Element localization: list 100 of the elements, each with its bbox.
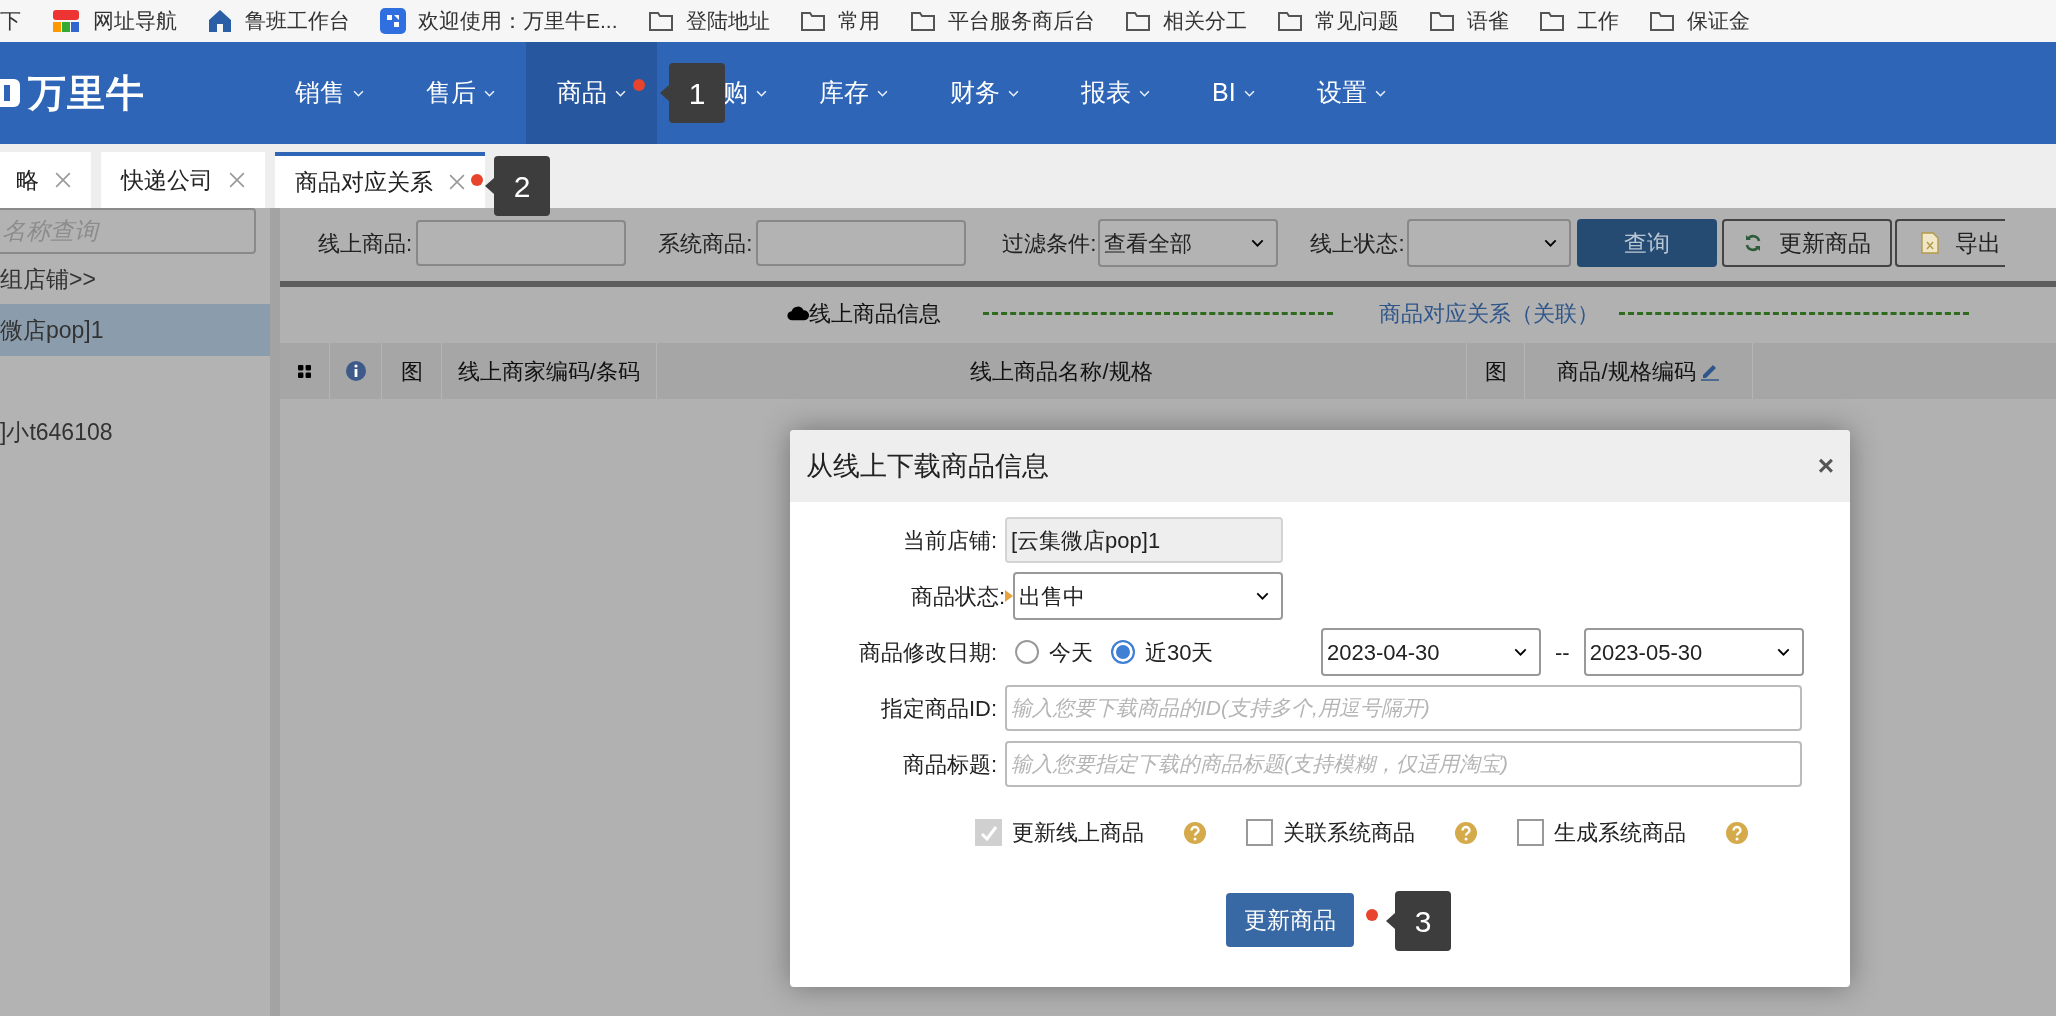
caret-icon [484,89,495,97]
caret-icon [353,89,364,97]
column-header: 图 [382,343,442,399]
radio-button[interactable] [1015,640,1039,664]
field-label: 过滤条件: [1002,229,1097,258]
readonly-field: [云集微店pop]1 [1005,517,1283,563]
caret-icon [1243,89,1255,97]
input-field[interactable]: 输入您要指定下载的商品标题(支持模糊，仅适用淘宝) [1005,741,1802,787]
bookmark-item[interactable]: 网址导航 [51,5,177,37]
checkbox-option[interactable]: 关联系统商品 [1246,816,1415,849]
caret-icon [1374,89,1386,97]
required-marker [1005,590,1013,602]
date-select[interactable]: 2023-05-30 [1583,628,1804,676]
store-list-item[interactable]: 微店pop]1 [0,304,270,356]
radio-option[interactable]: 今天 [1015,635,1093,669]
caret-icon [1008,89,1019,97]
caret-icon [615,89,626,97]
section-title: 商品对应关系（关联） [1379,299,1599,328]
export-button[interactable]: 导出 [1894,219,2005,267]
page-tab[interactable]: 商品对应关系 [275,152,485,208]
nav-menu-item[interactable]: 售后 [395,42,526,144]
folder-icon [799,10,826,32]
section-title: 线上商品信息 [809,299,941,328]
caret-icon [756,89,767,97]
bookmark-item[interactable]: 欢迎使用：万里牛E... [380,5,618,37]
bookmark-item[interactable]: 常用 [799,5,880,37]
folder-icon [647,10,674,32]
folder-icon [1428,10,1455,32]
caret-icon [1543,239,1557,247]
close-icon[interactable] [229,172,245,188]
checkbox[interactable] [1517,819,1544,846]
store-list-item[interactable]: 组店铺>> [0,254,270,304]
field-label: 商品修改日期: [857,638,998,667]
field-label: 当前店铺: [901,526,998,555]
radio-button[interactable] [1111,640,1135,664]
page-tab[interactable]: 略 [0,152,91,208]
caret-icon [1256,592,1269,600]
folder-icon [1538,10,1565,32]
nav-menu-item[interactable]: 设置 [1285,42,1417,144]
bookmark-item[interactable]: 登陆地址 [647,5,770,37]
bookmark-item[interactable]: 相关分工 [1124,5,1247,37]
step-number-tooltip: 1 [660,63,725,123]
bookmark-item[interactable]: 保证金 [1648,5,1750,37]
column-label: 商品/规格编码 [1557,357,1696,386]
filter-select[interactable]: 查看全部 [1098,219,1279,267]
caret-icon [877,89,888,97]
input-field[interactable]: 输入您要下载商品的ID(支持多个,用逗号隔开) [1005,685,1802,731]
radio-option[interactable]: 近30天 [1111,635,1214,669]
nav-menu-item[interactable]: 库存 [788,42,919,144]
house-icon [207,8,233,34]
nav-menu-item[interactable]: BI [1181,42,1286,144]
status-select[interactable]: 出售中 [1013,572,1283,620]
caret-icon [1139,89,1150,97]
field-label: 系统商品: [658,229,753,258]
field-label: 商品标题: [901,750,998,779]
help-icon[interactable] [1455,821,1477,844]
help-icon[interactable] [1726,821,1748,844]
update-products-button[interactable]: 更新商品 [1226,893,1354,947]
step-number-tooltip: 3 [1386,891,1451,951]
bookmark-item[interactable]: 平台服务商后台 [909,5,1095,37]
update-products-button[interactable]: 更新商品 [1721,219,1892,267]
query-button[interactable]: 查询 [1576,219,1717,267]
date-separator: -- [1555,638,1570,667]
store-list-item[interactable]: ]小t646108 [0,406,270,458]
nav-menu-item[interactable]: 报表 [1050,42,1181,144]
grid-icon [298,364,311,378]
nav-menu-item[interactable]: 商品 [526,42,657,144]
date-select[interactable]: 2023-04-30 [1321,628,1541,676]
nav-menu-item[interactable]: 销售 [264,42,395,144]
bookmark-item[interactable]: 鲁班工作台 [207,5,350,37]
folder-icon [909,10,936,32]
cloud-icon [787,305,809,321]
caret-icon [1251,239,1265,247]
checkbox-option[interactable]: 生成系统商品 [1517,816,1686,849]
page-tab[interactable]: 快递公司 [101,152,265,208]
status-select[interactable] [1406,219,1571,267]
close-button[interactable]: × [1817,452,1834,480]
bookmark-item[interactable]: 下 [0,5,21,37]
app-icon [380,8,406,34]
info-icon [345,361,366,381]
folder-icon [1648,10,1675,32]
close-icon[interactable] [449,174,465,190]
field-label: 线上状态: [1310,229,1405,258]
column-header: 线上商家编码/条码 [442,343,657,399]
input-field[interactable] [756,220,967,266]
bookmark-item[interactable]: 语雀 [1428,5,1509,37]
colorful-logo-icon [51,8,81,34]
checkbox[interactable] [1246,819,1273,846]
column-header: 图 [1467,343,1525,399]
caret-icon [1776,648,1790,656]
help-icon[interactable] [1184,821,1206,844]
step-number-tooltip: 2 [485,156,550,216]
bookmark-item[interactable]: 工作 [1538,5,1619,37]
field-label: 指定商品ID: [879,694,998,723]
input-field[interactable] [416,220,627,266]
nav-menu-item[interactable]: 财务 [919,42,1050,144]
folder-icon [1124,10,1151,32]
column-header: 线上商品名称/规格 [657,343,1467,399]
bookmark-item[interactable]: 常见问题 [1276,5,1399,37]
close-icon[interactable] [55,172,71,188]
